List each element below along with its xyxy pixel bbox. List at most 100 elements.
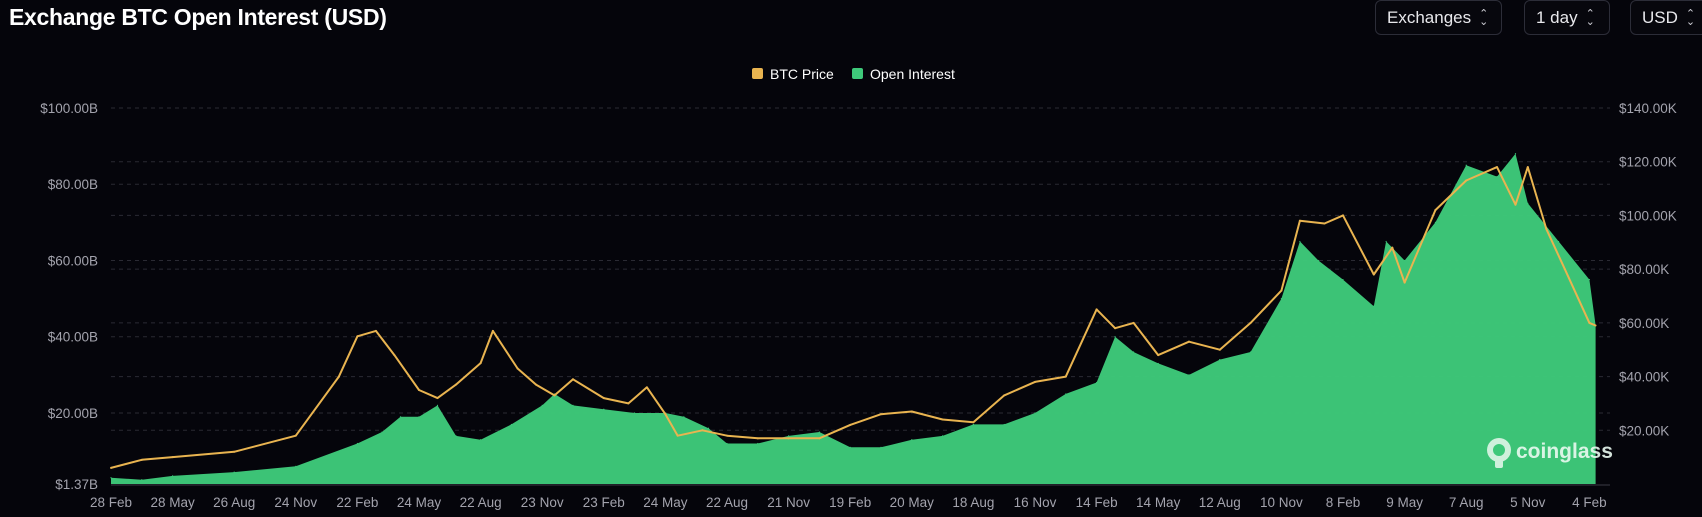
left-tick-label: $60.00B: [48, 253, 98, 268]
btc-price-point: [787, 437, 790, 440]
btc-price-point: [1403, 281, 1406, 284]
btc-price-point: [140, 458, 143, 461]
btc-price-point: [972, 421, 975, 424]
btc-price-point: [1095, 308, 1098, 311]
open-interest-point: [1250, 351, 1252, 353]
open-interest-point: [911, 439, 913, 441]
btc-price-point: [1218, 348, 1221, 351]
open-interest-point: [942, 435, 944, 437]
legend-label-open-interest[interactable]: Open Interest: [870, 66, 955, 82]
x-tick-label: 23 Feb: [583, 495, 625, 510]
open-interest-point: [399, 416, 402, 418]
btc-price-point: [393, 354, 396, 357]
open-interest-point: [972, 423, 975, 426]
btc-price-point: [818, 437, 821, 440]
open-interest-point: [541, 404, 543, 406]
x-tick-label: 24 May: [643, 495, 688, 510]
open-interest-point: [356, 442, 358, 445]
left-tick-label: $40.00B: [48, 330, 98, 345]
btc-price-point: [1342, 214, 1344, 217]
btc-price-point: [1434, 209, 1437, 212]
btc-price-point: [1249, 321, 1252, 324]
x-tick-label: 9 May: [1386, 495, 1423, 510]
btc-price-point: [553, 394, 556, 397]
btc-price-point: [491, 329, 494, 332]
btc-price-point: [418, 389, 420, 391]
open-interest-series: [110, 153, 1597, 484]
open-interest-point: [572, 404, 574, 406]
legend-label-btc-price[interactable]: BTC Price: [770, 66, 834, 82]
btc-price-point: [1588, 321, 1591, 324]
btc-price-point: [1280, 289, 1283, 292]
open-interest-point: [1065, 393, 1067, 395]
btc-price-point: [1545, 227, 1548, 230]
open-interest-point: [1132, 351, 1135, 353]
x-tick-label: 14 May: [1136, 495, 1181, 510]
btc-price-point: [1064, 375, 1067, 378]
btc-price-point: [1132, 321, 1135, 324]
open-interest-point: [1299, 240, 1301, 243]
open-interest-point: [1465, 164, 1467, 166]
btc-price-point: [1003, 394, 1006, 397]
open-interest-point: [1496, 176, 1498, 178]
btc-price-point: [436, 397, 439, 400]
x-tick-label: 26 Aug: [213, 495, 255, 510]
x-tick-label: 28 Feb: [90, 495, 132, 510]
open-interest-point: [1373, 305, 1375, 307]
btc-price-point: [1465, 179, 1468, 182]
btc-price-point: [664, 413, 667, 416]
open-interest-point: [1588, 278, 1590, 281]
right-tick-label: $40.00K: [1619, 370, 1669, 385]
btc-price-point: [294, 434, 297, 437]
right-tick-label: $120.00K: [1619, 155, 1677, 170]
btc-price-point: [1034, 380, 1036, 383]
right-tick-label: $60.00K: [1619, 316, 1669, 331]
btc-price-point: [676, 434, 679, 437]
open-interest-point: [1527, 202, 1529, 204]
btc-price-point: [1114, 327, 1117, 330]
open-interest-chart[interactable]: $1.37B $20.00B $40.00B $60.00B $80.00B $100.0…: [0, 0, 1702, 517]
btc-price-point: [516, 367, 519, 370]
watermark-text: coinglass: [1516, 440, 1613, 463]
open-interest-point: [381, 431, 383, 433]
btc-price-point: [726, 434, 728, 437]
btc-price-point: [454, 383, 457, 386]
open-interest-point: [172, 475, 174, 477]
open-interest-point: [1434, 221, 1436, 223]
x-tick-label: 18 Aug: [952, 495, 994, 510]
x-tick-label: 14 Feb: [1076, 495, 1118, 510]
x-tick-label: 10 Nov: [1260, 495, 1303, 510]
open-interest-point: [510, 423, 512, 426]
btc-price-point: [1526, 166, 1529, 169]
btc-price-point: [535, 383, 538, 386]
x-tick-label: 4 Feb: [1572, 495, 1607, 510]
right-tick-label: $140.00K: [1619, 101, 1677, 116]
x-tick-label: 22 Aug: [706, 495, 748, 510]
x-tick-label: 16 Nov: [1014, 495, 1057, 510]
btc-price-point: [171, 456, 174, 459]
left-tick-label: $100.00B: [40, 101, 98, 116]
btc-price-point: [1323, 222, 1326, 225]
open-interest-point: [757, 442, 759, 445]
open-interest-point: [418, 416, 420, 418]
open-interest-point: [1404, 259, 1406, 262]
open-interest-point: [141, 479, 143, 481]
x-tick-label: 7 Aug: [1449, 495, 1484, 510]
legend-swatch-open-interest: [852, 68, 863, 79]
x-tick-label: 23 Nov: [521, 495, 564, 510]
open-interest-point: [1188, 374, 1190, 376]
open-interest-point: [683, 416, 685, 418]
open-interest-point: [1280, 298, 1282, 300]
btc-price-point: [602, 397, 605, 400]
x-tick-label: 24 Nov: [274, 495, 317, 510]
legend-swatch-btc-price: [752, 68, 763, 79]
btc-price-point: [1563, 268, 1566, 271]
open-interest-point: [1096, 381, 1098, 384]
right-tick-label: $100.00K: [1619, 208, 1677, 223]
open-interest-point: [295, 465, 297, 467]
open-interest-point: [1034, 412, 1036, 414]
btc-price-point: [337, 375, 340, 378]
btc-price-point: [910, 410, 913, 413]
x-axis: 28 Feb 28 May 26 Aug 24 Nov 22 Feb 24 May 22 A…: [90, 484, 1610, 510]
x-tick-label: 20 May: [890, 495, 935, 510]
